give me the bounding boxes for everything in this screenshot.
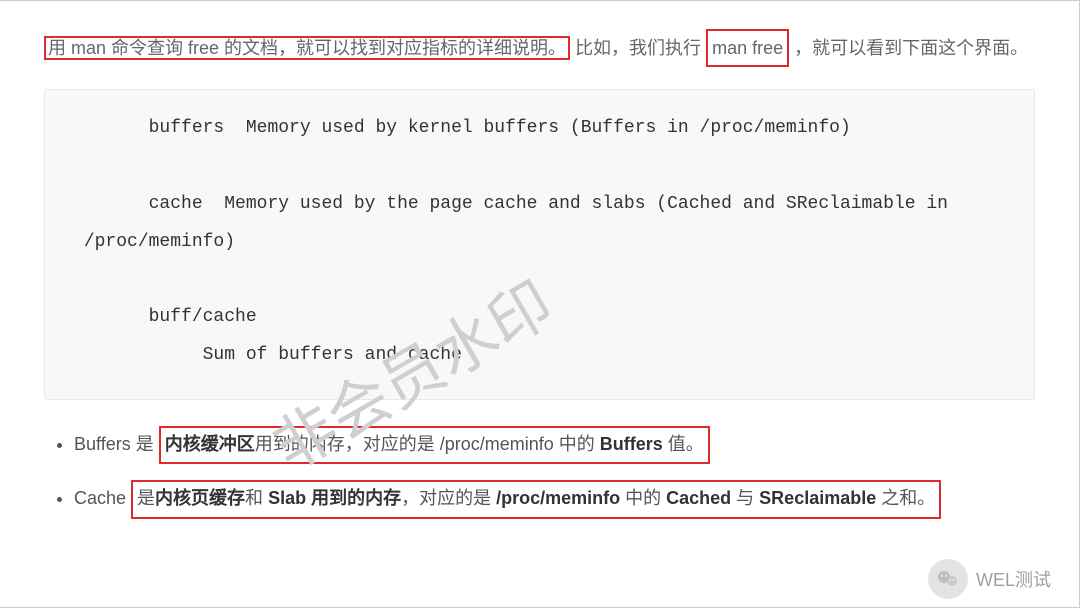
footer-label: WEL测试 bbox=[976, 566, 1051, 592]
b2-b: 和 bbox=[245, 488, 268, 508]
b1-end: 值。 bbox=[663, 434, 704, 454]
b1-strong2: Buffers bbox=[600, 434, 663, 454]
intro-paragraph: 用 man 命令查询 free 的文档，就可以找到对应指标的详细说明。 比如，我… bbox=[44, 29, 1035, 67]
article-body: 用 man 命令查询 free 的文档，就可以找到对应指标的详细说明。 比如，我… bbox=[0, 1, 1079, 555]
list-item: Cache 是内核页缓存和 Slab 用到的内存，对应的是 /proc/memi… bbox=[74, 480, 1035, 518]
b2-s5: SReclaimable bbox=[759, 488, 876, 508]
b2-s4: Cached bbox=[666, 488, 731, 508]
bullet-list: Buffers 是 内核缓冲区用到的内存，对应的是 /proc/meminfo … bbox=[50, 426, 1035, 519]
intro-seg2: 比如，我们执行 bbox=[575, 38, 701, 58]
code-block: buffers Memory used by kernel buffers (B… bbox=[44, 89, 1035, 400]
b2-a: 是 bbox=[137, 488, 155, 508]
b2-s1: 内核页缓存 bbox=[155, 488, 245, 508]
b2-pre: Cache bbox=[74, 488, 131, 508]
b2-f: 之和。 bbox=[876, 488, 935, 508]
b1-pre: Buffers 是 bbox=[74, 434, 154, 454]
b2-e: 与 bbox=[731, 488, 759, 508]
b1-strong: 内核缓冲区 bbox=[165, 434, 255, 454]
highlight-command: man free bbox=[706, 29, 789, 67]
b1-mid: 用到的内存，对应的是 /proc/meminfo 中的 bbox=[255, 434, 600, 454]
list-item: Buffers 是 内核缓冲区用到的内存，对应的是 /proc/meminfo … bbox=[74, 426, 1035, 464]
b2-s3: /proc/meminfo bbox=[496, 488, 620, 508]
footer-badge: WEL测试 bbox=[928, 559, 1051, 599]
wechat-icon bbox=[928, 559, 968, 599]
highlight-buffers: 内核缓冲区用到的内存，对应的是 /proc/meminfo 中的 Buffers… bbox=[159, 426, 710, 464]
highlight-cache: 是内核页缓存和 Slab 用到的内存，对应的是 /proc/meminfo 中的… bbox=[131, 480, 941, 518]
b2-c: ，对应的是 bbox=[401, 488, 496, 508]
highlight-intro-sentence: 用 man 命令查询 free 的文档，就可以找到对应指标的详细说明。 bbox=[44, 36, 570, 60]
intro-seg4: ，就可以看到下面这个界面。 bbox=[794, 38, 1028, 58]
b2-s2: Slab 用到的内存 bbox=[268, 488, 401, 508]
b2-d: 中的 bbox=[620, 488, 666, 508]
